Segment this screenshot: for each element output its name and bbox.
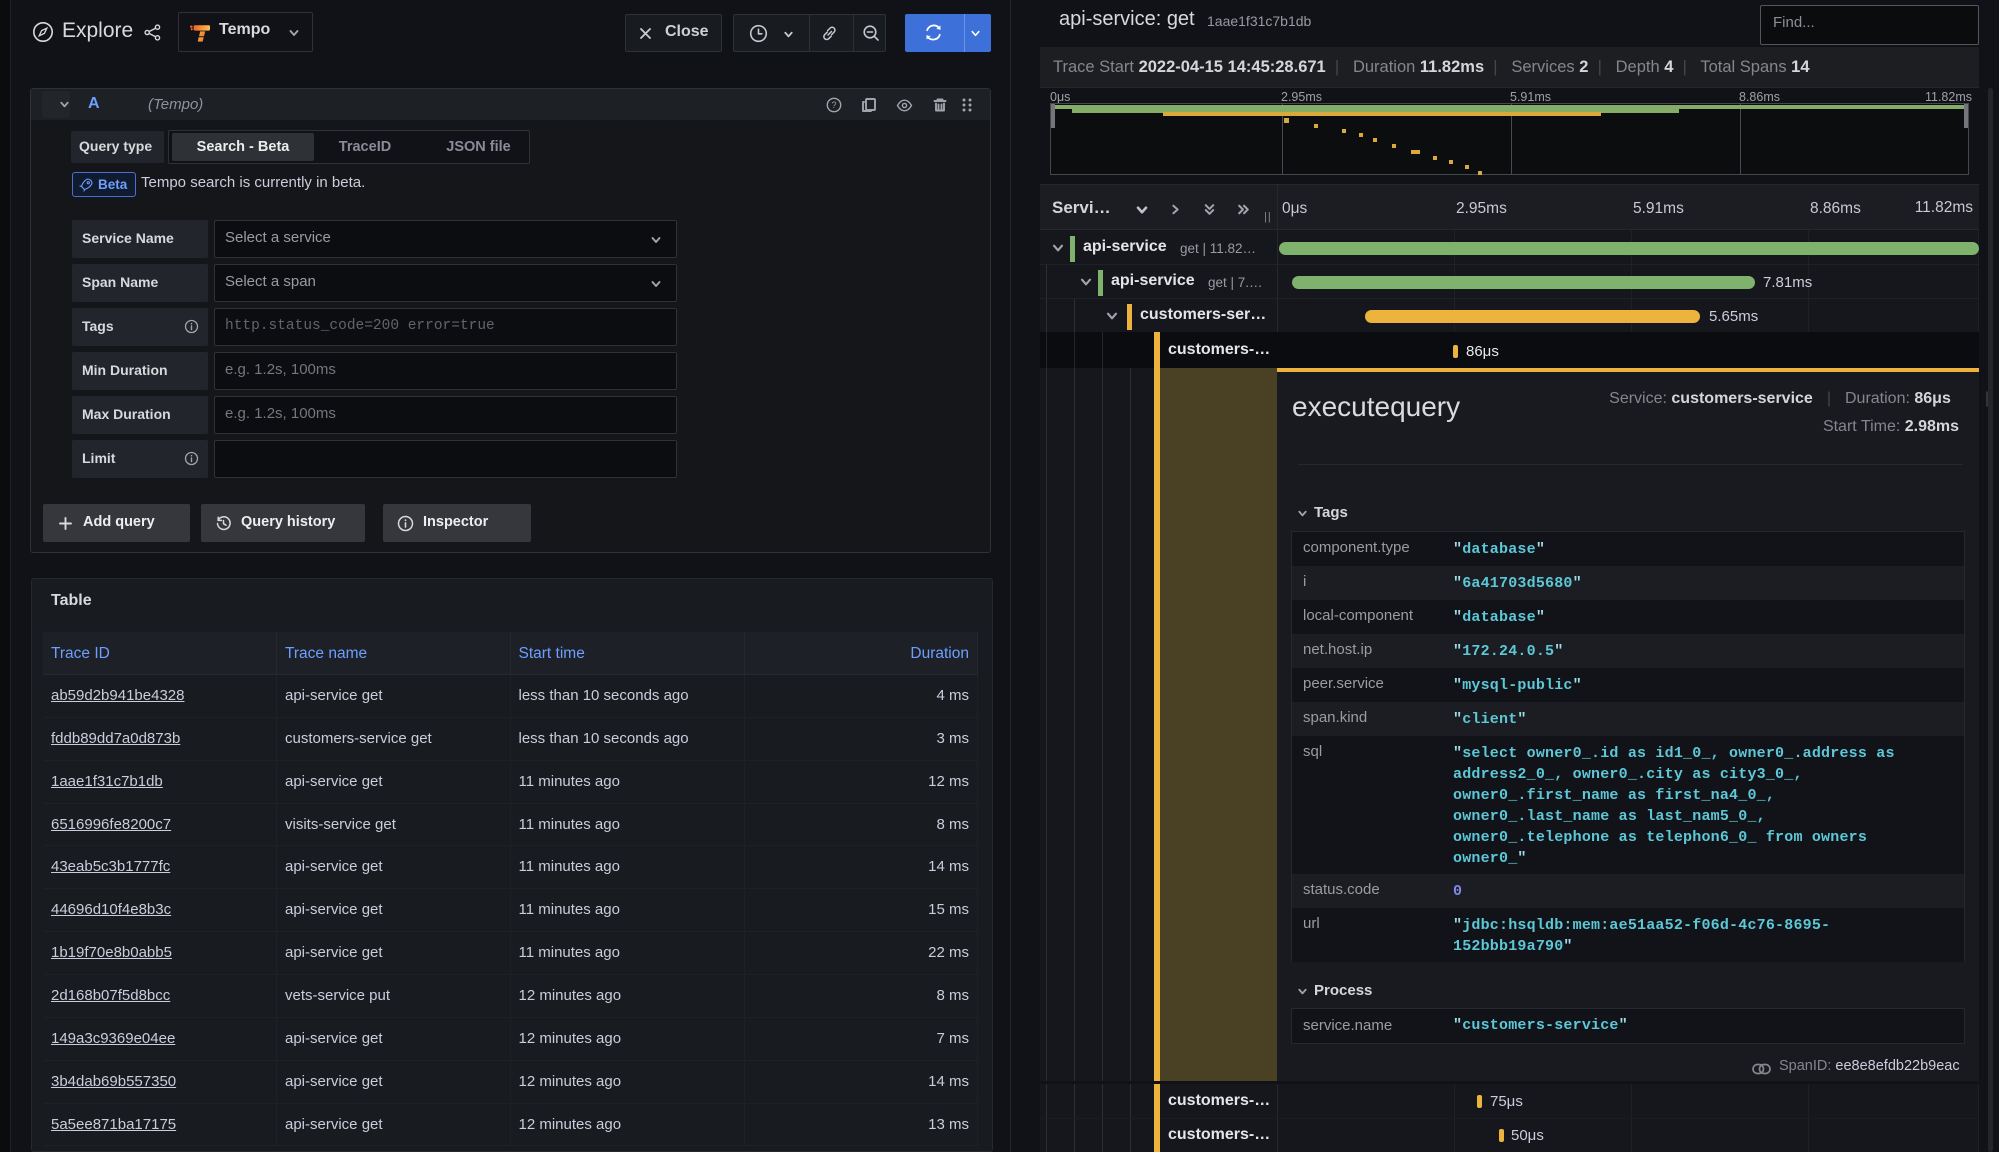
svg-text:?: ? xyxy=(831,100,836,110)
